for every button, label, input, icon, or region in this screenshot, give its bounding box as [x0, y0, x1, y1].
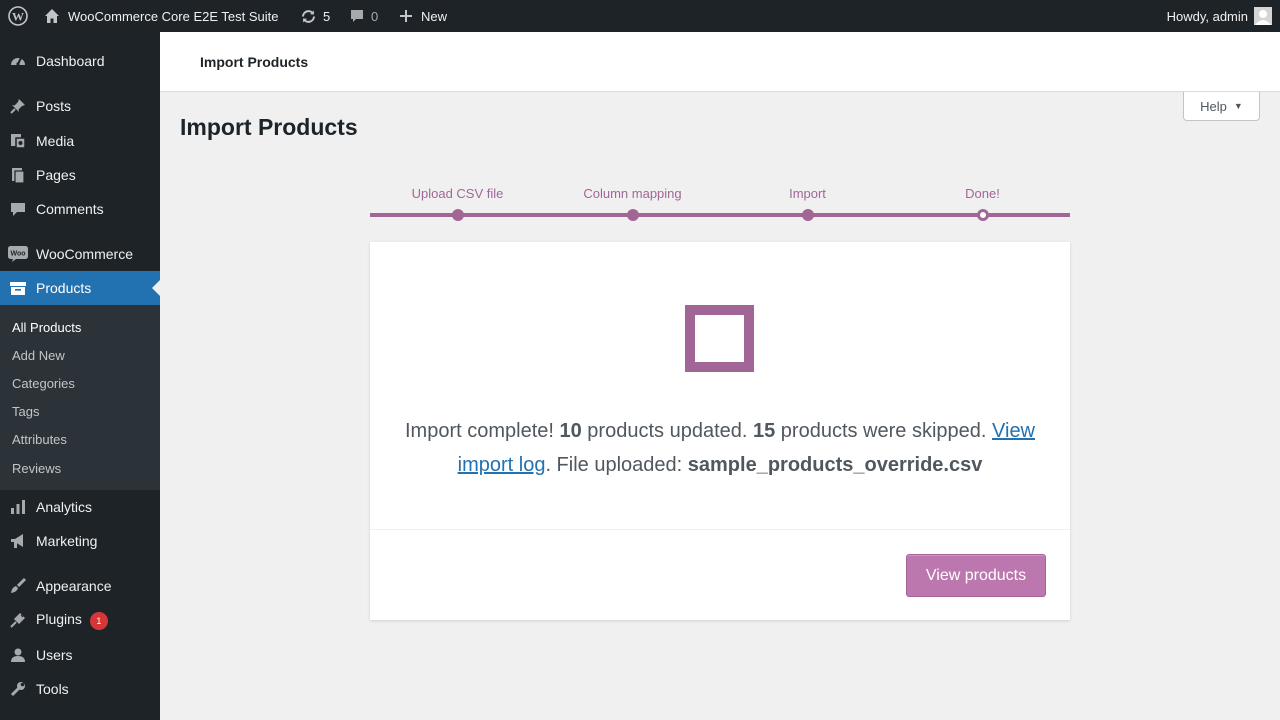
menu-label-products: Products — [36, 280, 92, 296]
bar-chart-icon — [8, 497, 28, 517]
step-mapping: Column mapping — [545, 186, 720, 221]
menu-item-analytics[interactable]: Analytics — [0, 490, 160, 524]
menu-item-comments[interactable]: Comments — [0, 192, 160, 226]
caret-down-icon: ▼ — [1233, 101, 1243, 111]
comments-count: 0 — [371, 8, 379, 24]
howdy-text: Howdy, admin — [1166, 8, 1248, 24]
menu-label-appearance: Appearance — [36, 578, 112, 594]
menu-label-marketing: Marketing — [36, 533, 98, 549]
step-label-mapping: Column mapping — [583, 186, 682, 201]
woo-icon: Woo — [8, 244, 28, 264]
import-result-message: Import complete! 10 products updated. 15… — [404, 420, 1036, 476]
plugin-icon — [8, 610, 28, 630]
avatar — [1254, 7, 1272, 25]
view-products-button[interactable]: View products — [906, 554, 1046, 597]
menu-item-users[interactable]: Users — [0, 638, 160, 672]
comment-icon — [8, 199, 28, 219]
menu-label-analytics: Analytics — [36, 499, 93, 515]
updates-count: 5 — [323, 8, 331, 24]
pin-icon — [8, 96, 28, 116]
menu-item-marketing[interactable]: Marketing — [0, 524, 160, 558]
step-dot-import — [802, 209, 814, 221]
step-dot-upload — [452, 209, 464, 221]
menu-label-dashboard: Dashboard — [36, 53, 105, 69]
home-icon — [44, 8, 60, 24]
updated-count: 10 — [559, 420, 582, 442]
brush-icon — [8, 576, 28, 596]
my-account-link[interactable]: Howdy, admin — [1167, 0, 1272, 32]
uploaded-file-name: sample_products_override.csv — [687, 454, 983, 476]
megaphone-icon — [8, 531, 28, 551]
menu-item-media[interactable]: Media — [0, 124, 160, 158]
woocommerce-header: Import Products — [160, 32, 1280, 92]
site-name: WooCommerce Core E2E Test Suite — [68, 8, 279, 24]
submenu-add-new[interactable]: Add New — [12, 348, 65, 363]
step-label-import: Import — [789, 186, 826, 201]
page-title: Import Products — [180, 114, 358, 140]
wordpress-logo-icon[interactable]: W — [8, 0, 28, 32]
updates-link[interactable]: 5 — [300, 0, 330, 32]
menu-item-pages[interactable]: Pages — [0, 158, 160, 192]
comments-link[interactable]: 0 — [349, 0, 378, 32]
step-dot-done — [977, 209, 989, 221]
new-content-link[interactable]: New — [399, 0, 447, 32]
menu-label-media: Media — [36, 133, 75, 149]
submenu-all-products[interactable]: All Products — [12, 320, 81, 335]
menu-label-woocommerce: WooCommerce — [36, 246, 133, 262]
import-result-card: Import complete! 10 products updated. 15… — [370, 242, 1070, 620]
wrench-icon — [8, 679, 28, 699]
step-label-upload: Upload CSV file — [411, 186, 504, 201]
submenu-attributes[interactable]: Attributes — [12, 432, 67, 447]
help-label: Help — [1200, 98, 1227, 114]
products-submenu: All Products Add New Categories Tags Att… — [0, 305, 160, 490]
svg-text:Woo: Woo — [10, 251, 25, 258]
card-divider — [370, 529, 1070, 530]
media-icon — [8, 131, 28, 151]
admin-sidebar: Dashboard Posts Media Pages Comments Woo… — [0, 32, 160, 720]
skipped-count: 15 — [752, 420, 776, 442]
admin-bar: W WooCommerce Core E2E Test Suite 5 0 Ne… — [0, 0, 1280, 32]
menu-item-woocommerce[interactable]: Woo WooCommerce — [0, 237, 160, 271]
plus-icon — [399, 9, 413, 23]
menu-item-tools[interactable]: Tools — [0, 672, 160, 706]
menu-item-appearance[interactable]: Appearance — [0, 569, 160, 603]
menu-item-posts[interactable]: Posts — [0, 89, 160, 123]
menu-item-dashboard[interactable]: Dashboard — [0, 44, 160, 78]
header-title: Import Products — [200, 54, 309, 70]
submenu-categories[interactable]: Categories — [12, 376, 75, 391]
step-upload: Upload CSV file — [370, 186, 545, 221]
pages-icon — [8, 165, 28, 185]
menu-item-plugins[interactable]: Plugins 1 — [0, 603, 160, 637]
menu-label-users: Users — [36, 647, 73, 663]
menu-label-plugins: Plugins 1 — [36, 611, 108, 630]
menu-label-posts: Posts — [36, 98, 72, 114]
site-name-link[interactable]: WooCommerce Core E2E Test Suite — [44, 0, 279, 32]
help-button[interactable]: Help ▼ — [1183, 92, 1260, 121]
new-label: New — [421, 8, 448, 24]
import-steps: Upload CSV file Column mapping Import Do… — [370, 186, 1070, 226]
step-done: Done! — [895, 186, 1070, 221]
archive-icon — [8, 278, 28, 298]
svg-text:W: W — [12, 10, 24, 24]
plugins-update-badge: 1 — [89, 611, 108, 630]
menu-label-pages: Pages — [36, 167, 76, 183]
step-dot-mapping — [627, 209, 639, 221]
menu-item-products[interactable]: Products — [0, 271, 160, 305]
submenu-tags[interactable]: Tags — [12, 404, 39, 419]
dashboard-icon — [8, 51, 28, 71]
menu-label-comments: Comments — [36, 201, 104, 217]
comment-icon — [349, 8, 365, 24]
user-icon — [8, 645, 28, 665]
step-label-done: Done! — [965, 186, 1000, 201]
updates-icon — [300, 8, 317, 25]
step-import: Import — [720, 186, 895, 221]
menu-label-tools: Tools — [36, 681, 69, 697]
done-square-icon — [685, 305, 754, 372]
steps-progress-track — [370, 213, 1070, 217]
submenu-reviews[interactable]: Reviews — [12, 461, 61, 476]
